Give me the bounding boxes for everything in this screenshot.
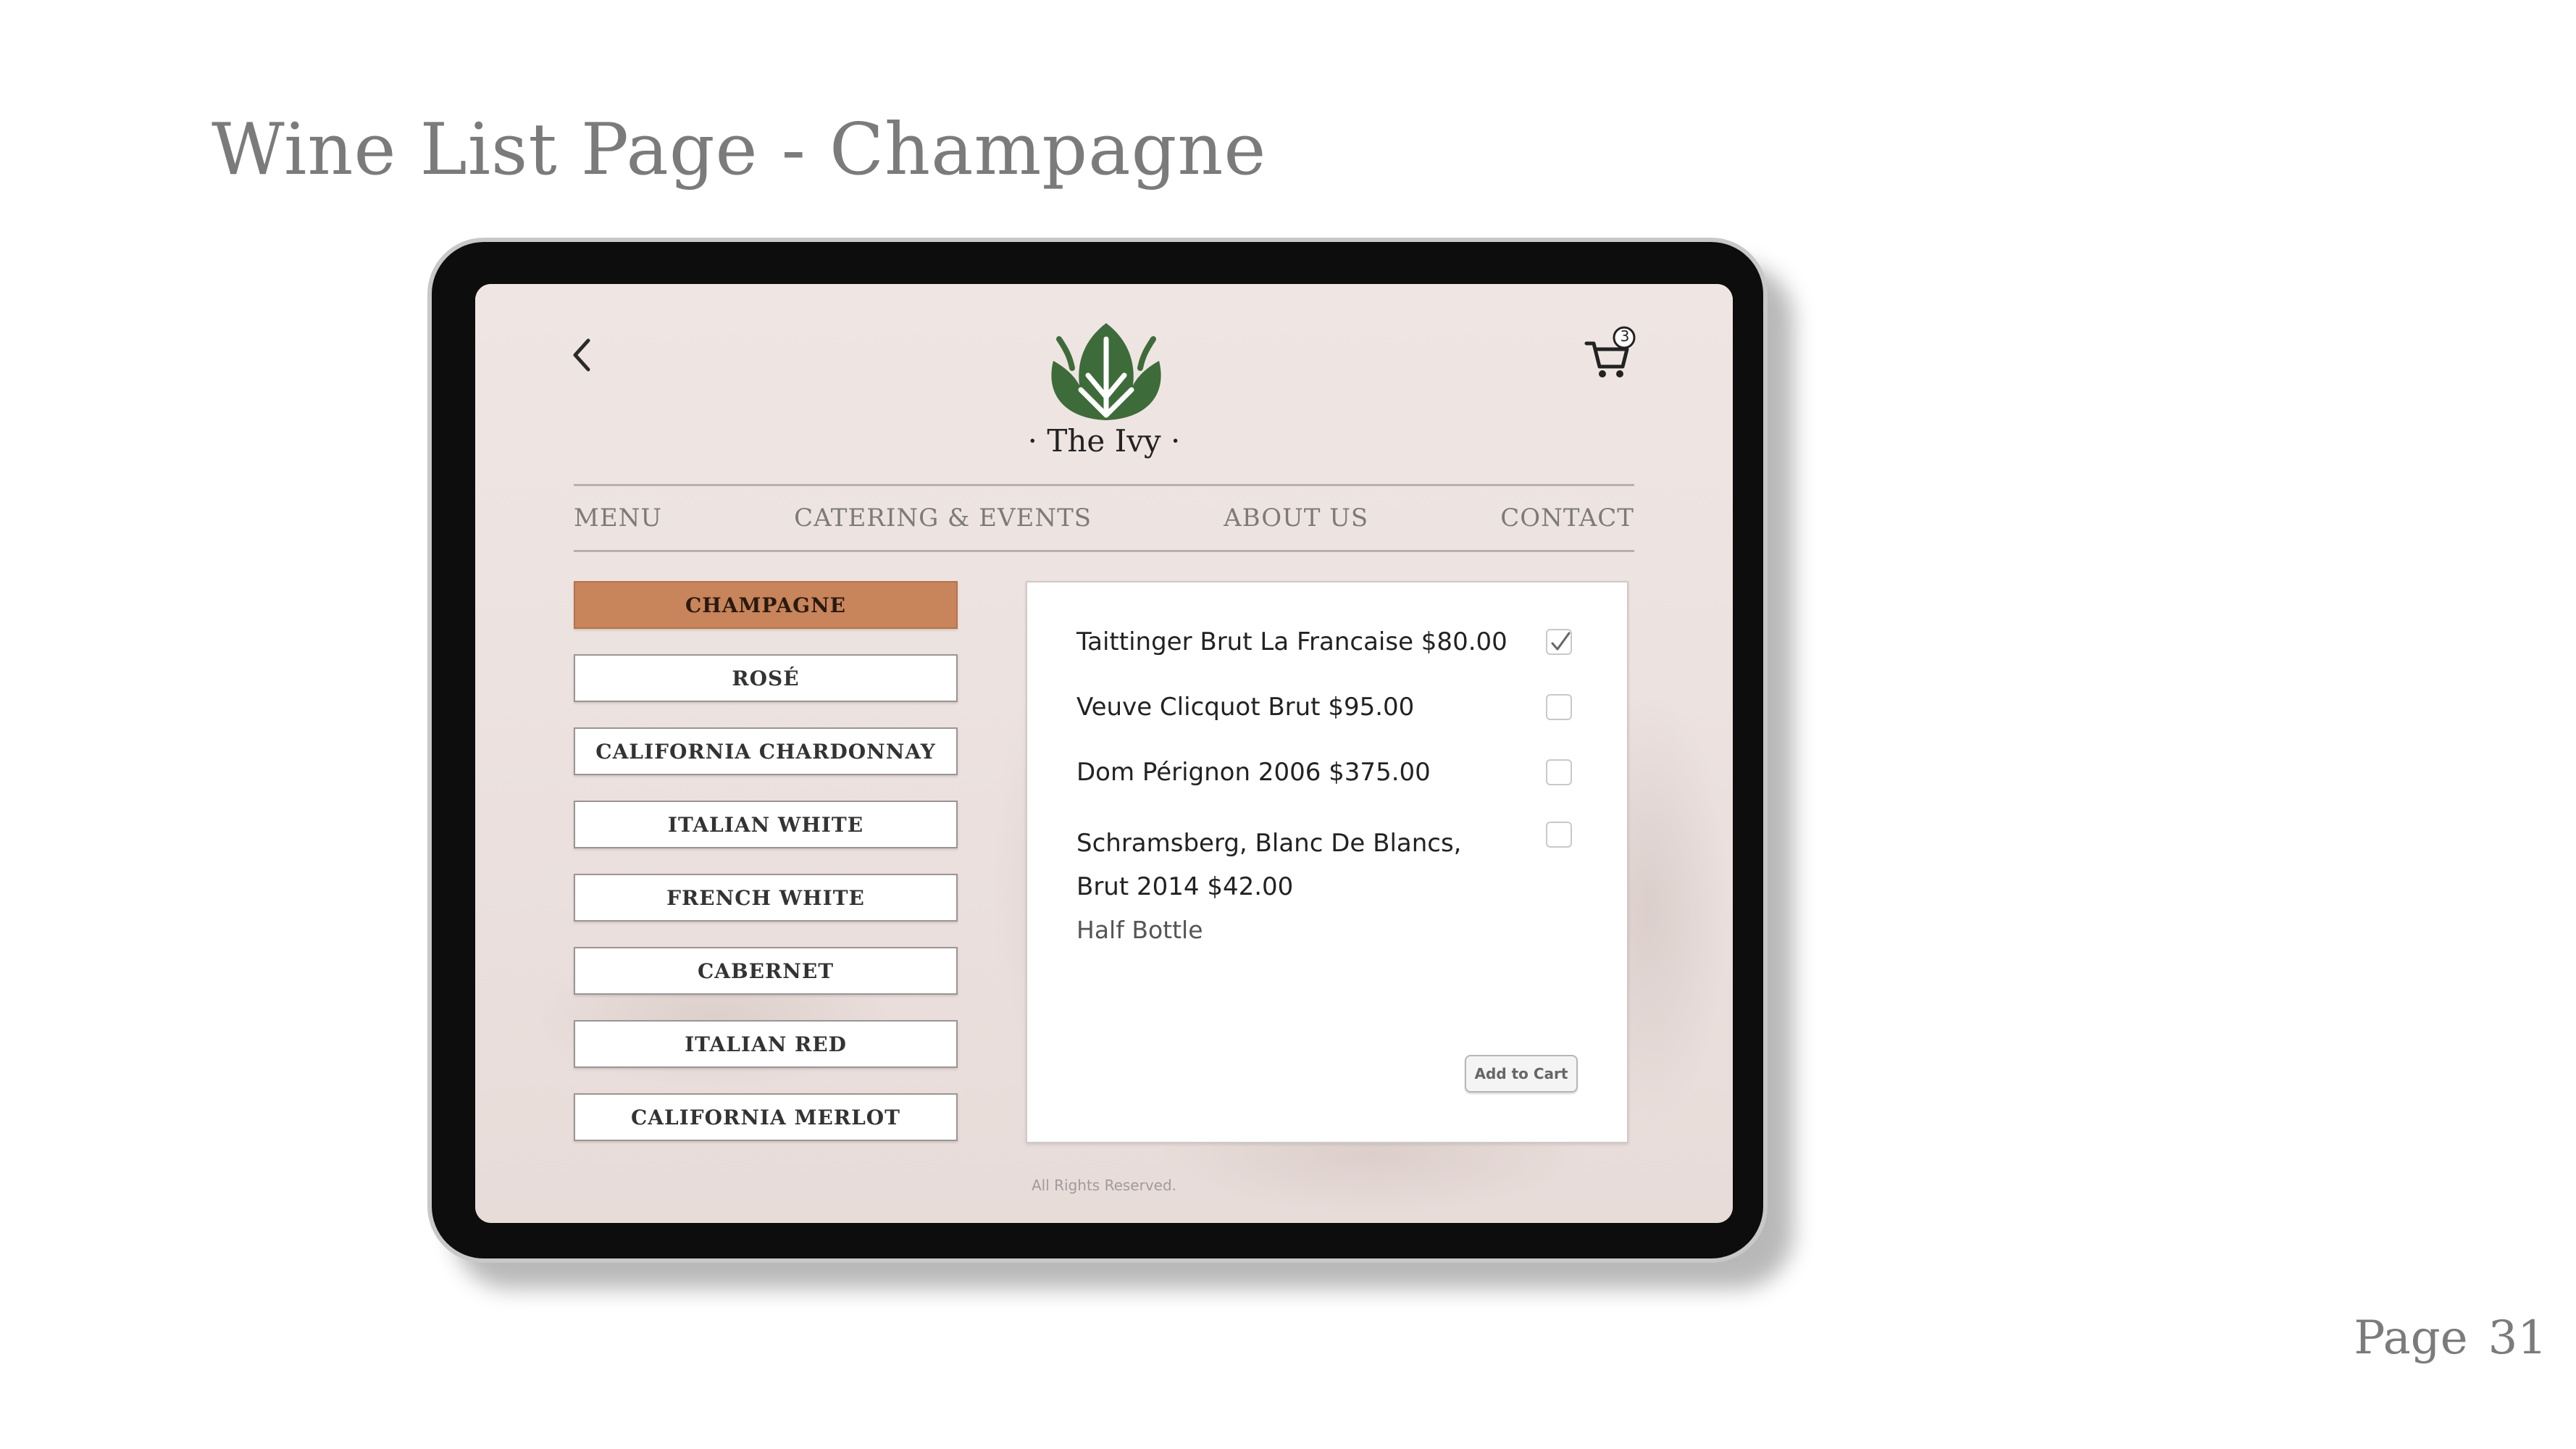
slide-title: Wine List Page - Champagne <box>212 109 1267 191</box>
wine-item: Taittinger Brut La Francaise $80.00 <box>1076 627 1507 656</box>
footer-copyright: All Rights Reserved. <box>1031 1177 1177 1194</box>
chevron-left-icon <box>573 338 590 372</box>
page-number: Page 31 <box>2354 1311 2547 1365</box>
cart-count-badge: 3 <box>1620 327 1630 345</box>
wine-item: Schramsberg, Blanc De Blancs, Brut 2014 … <box>1076 822 1482 945</box>
category-italian-red[interactable]: ITALIAN RED <box>574 1020 958 1068</box>
category-french-white[interactable]: FRENCH WHITE <box>574 874 958 922</box>
leaf-logo-icon <box>1037 310 1175 426</box>
wine-checkbox[interactable] <box>1546 759 1572 785</box>
checkmark-icon <box>1551 632 1571 651</box>
cart-button[interactable]: 3 <box>1582 325 1640 383</box>
wine-category-list: CHAMPAGNE ROSÉ CALIFORNIA CHARDONNAY ITA… <box>574 581 958 1166</box>
category-rose[interactable]: ROSÉ <box>574 654 958 702</box>
nav-item-contact[interactable]: CONTACT <box>1500 504 1634 533</box>
wine-checkbox[interactable] <box>1546 822 1572 848</box>
brand-name: · The Ivy · <box>1027 423 1181 459</box>
wine-item: Veuve Clicquot Brut $95.00 <box>1076 693 1415 722</box>
page-label: Page <box>2354 1311 2468 1365</box>
back-button[interactable] <box>561 333 604 377</box>
page-number-value: 31 <box>2488 1311 2547 1365</box>
wine-checkbox[interactable] <box>1546 694 1572 720</box>
tablet-frame: · The Ivy · 3 MENU CATERING & EVENTS ABO… <box>427 238 1768 1263</box>
category-cabernet[interactable]: CABERNET <box>574 947 958 995</box>
shopping-cart-icon <box>1584 326 1636 377</box>
main-nav: MENU CATERING & EVENTS ABOUT US CONTACT <box>574 484 1634 552</box>
nav-item-about-us[interactable]: ABOUT US <box>1224 504 1368 533</box>
category-california-merlot[interactable]: CALIFORNIA MERLOT <box>574 1093 958 1141</box>
category-italian-white[interactable]: ITALIAN WHITE <box>574 801 958 848</box>
wine-checkbox[interactable] <box>1546 629 1572 655</box>
wine-item: Dom Pérignon 2006 $375.00 <box>1076 758 1431 787</box>
app-screen: · The Ivy · 3 MENU CATERING & EVENTS ABO… <box>475 284 1733 1223</box>
nav-item-catering-events[interactable]: CATERING & EVENTS <box>794 504 1092 533</box>
add-to-cart-button[interactable]: Add to Cart <box>1465 1055 1578 1093</box>
category-california-chardonnay[interactable]: CALIFORNIA CHARDONNAY <box>574 727 958 775</box>
nav-item-menu[interactable]: MENU <box>574 504 662 533</box>
category-champagne[interactable]: CHAMPAGNE <box>574 581 958 629</box>
wine-list-panel: Taittinger Brut La Francaise $80.00 Veuv… <box>1026 581 1628 1143</box>
wine-note: Half Bottle <box>1076 916 1203 944</box>
wine-name: Schramsberg, Blanc De Blancs, Brut 2014 … <box>1076 829 1462 901</box>
